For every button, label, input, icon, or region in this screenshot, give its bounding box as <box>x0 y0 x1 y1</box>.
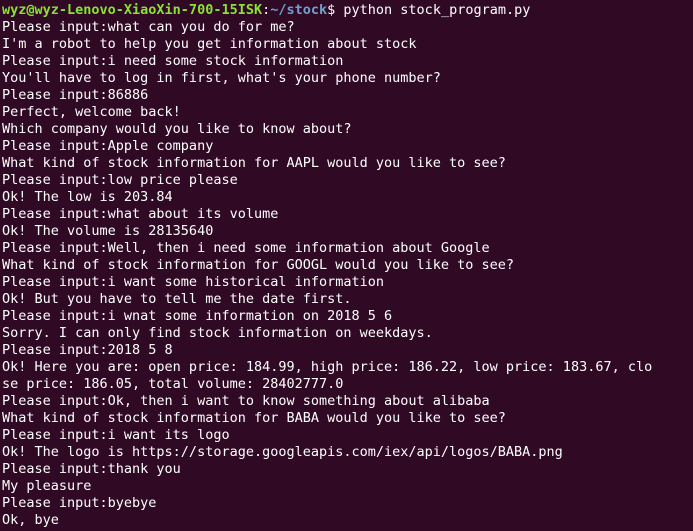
output-line: Please input:what can you do for me? <box>2 19 295 35</box>
output-line: Please input:low price please <box>2 172 238 188</box>
shell-prompt-line: wyz@wyz-Lenovo-XiaoXin-700-15ISK:~/stock… <box>2 2 693 19</box>
output-line: Ok! The logo is https://storage.googleap… <box>2 444 563 460</box>
terminal-window[interactable]: wyz@wyz-Lenovo-XiaoXin-700-15ISK:~/stock… <box>0 0 693 531</box>
prompt-user-host: wyz@wyz-Lenovo-XiaoXin-700-15ISK <box>2 2 263 18</box>
output-line: What kind of stock information for GOOGL… <box>2 257 515 273</box>
output-line: Please input:86886 <box>2 87 149 103</box>
output-line: Please input:thank you <box>2 461 181 477</box>
output-line: Please input:i wnat some information on … <box>2 308 393 324</box>
output-line: Please input:2018 5 8 <box>2 342 173 358</box>
output-line: Please input:Ok, then i want to know som… <box>2 393 490 409</box>
output-line: Please input:i want its logo <box>2 427 230 443</box>
prompt-colon: : <box>262 2 271 18</box>
output-line: Ok, bye <box>2 512 59 528</box>
output-line: Please input:what about its volume <box>2 206 279 222</box>
output-line: Please input:i need some stock informati… <box>2 53 344 69</box>
output-line: My pleasure <box>2 478 92 494</box>
output-line: What kind of stock information for AAPL … <box>2 155 506 171</box>
output-line: What kind of stock information for BABA … <box>2 410 506 426</box>
output-line: Ok! The volume is 28135640 <box>2 223 214 239</box>
output-line: Please input:Well, then i need some info… <box>2 240 490 256</box>
output-line: se price: 186.05, total volume: 28402777… <box>2 376 344 392</box>
prompt-command: python stock_program.py <box>335 2 531 18</box>
output-line: Please input:i want some historical info… <box>2 274 385 290</box>
output-line: You'll have to log in first, what's your… <box>2 70 441 86</box>
output-line: Ok! Here you are: open price: 184.99, hi… <box>2 359 653 375</box>
prompt-path: ~/stock <box>270 2 328 18</box>
output-line: Which company would you like to know abo… <box>2 121 352 137</box>
output-line: Please input:Apple company <box>2 138 214 154</box>
output-line: Sorry. I can only find stock information… <box>2 325 433 341</box>
output-line: Ok! The low is 203.84 <box>2 189 173 205</box>
output-line: I'm a robot to help you get information … <box>2 36 417 52</box>
output-line: Ok! But you have to tell me the date fir… <box>2 291 352 307</box>
output-line: Perfect, welcome back! <box>2 104 181 120</box>
output-line: Please input:byebye <box>2 495 157 511</box>
